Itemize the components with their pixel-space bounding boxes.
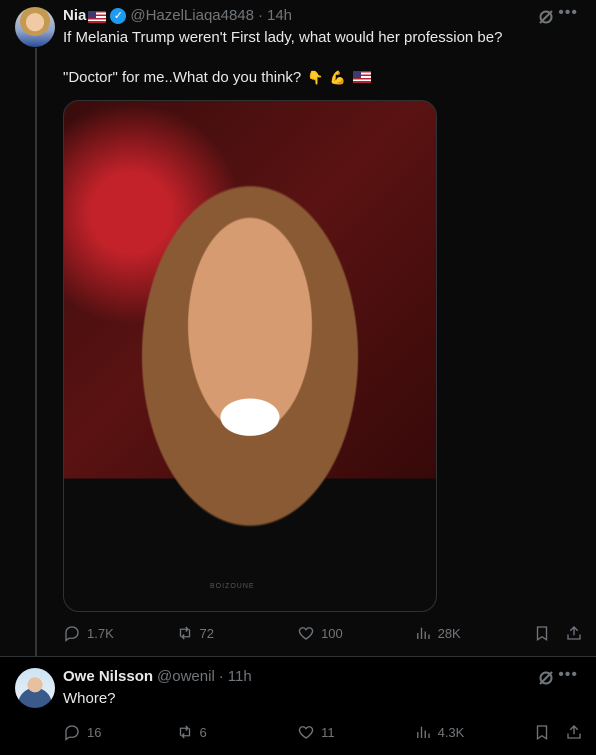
- share-icon: [567, 626, 581, 640]
- repost-icon: [179, 725, 190, 739]
- reply-time[interactable]: 11h: [228, 667, 252, 687]
- post-time[interactable]: 14h: [267, 6, 292, 26]
- views-icon: [416, 726, 430, 738]
- photo-watermark: BOIZOUNE: [210, 583, 255, 590]
- reply-author-handle[interactable]: @owenil: [157, 667, 215, 687]
- share-button[interactable]: [565, 624, 583, 642]
- post-divider: [0, 656, 596, 657]
- grok-icon[interactable]: [538, 9, 554, 25]
- reply-author-avatar[interactable]: [15, 668, 55, 708]
- like-button[interactable]: 100: [297, 624, 414, 642]
- views-icon: [416, 627, 430, 639]
- flexed-biceps-emoji-icon: 💪: [329, 70, 346, 85]
- reply-button[interactable]: 1.7K: [63, 624, 176, 642]
- separator: ·: [258, 7, 263, 24]
- reply-icon: [65, 626, 79, 642]
- reply-author-name[interactable]: Owe Nilsson: [63, 667, 153, 687]
- views-count: 4.3K: [437, 724, 465, 740]
- reply-count: 1.7K: [87, 625, 114, 641]
- like-count: 100: [321, 625, 343, 641]
- bookmark-button[interactable]: [533, 723, 565, 741]
- post-photo[interactable]: [63, 100, 437, 612]
- views-button[interactable]: 4.3K: [414, 723, 534, 741]
- thread-line: [35, 48, 37, 656]
- bookmark-icon: [536, 725, 548, 741]
- like-count: 11: [321, 724, 335, 740]
- us-flag-icon: [88, 11, 107, 23]
- post-header: Nia ✓ @HazelLiaqa4848 · 14h: [63, 6, 292, 26]
- bookmark-button[interactable]: [533, 624, 565, 642]
- reply-header: Owe Nilsson @owenil · 11h: [63, 667, 252, 687]
- like-button[interactable]: 11: [297, 723, 414, 741]
- pointing-down-emoji-icon: 👇: [307, 70, 324, 85]
- repost-count: 6: [199, 724, 207, 740]
- reply-text: Whore?: [63, 690, 116, 707]
- repost-button[interactable]: 72: [176, 624, 298, 642]
- post-text-line1: If Melania Trump weren't First lady, wha…: [63, 29, 503, 46]
- grok-icon[interactable]: [538, 670, 554, 686]
- bookmark-icon: [536, 626, 548, 642]
- views-button[interactable]: 28K: [414, 624, 534, 642]
- separator: ·: [218, 668, 224, 685]
- author-handle[interactable]: @HazelLiaqa4848: [130, 6, 254, 26]
- share-icon: [567, 725, 581, 739]
- like-icon: [298, 627, 314, 640]
- repost-button[interactable]: 6: [176, 723, 298, 741]
- post-text-line2: "Doctor" for me..What do you think?: [63, 69, 302, 86]
- post-actions: 1.7K 72 100 28K: [63, 624, 583, 642]
- us-flag-icon: [353, 71, 372, 83]
- author-name[interactable]: Nia: [63, 6, 86, 26]
- more-icon[interactable]: •••: [558, 4, 578, 22]
- reply-icon: [65, 725, 79, 741]
- repost-icon: [179, 626, 190, 640]
- like-icon: [298, 726, 314, 739]
- repost-count: 72: [199, 625, 215, 641]
- reply-actions: 16 6 11 4.3K: [63, 723, 583, 741]
- reply-count: 16: [87, 724, 102, 740]
- reply-button[interactable]: 16: [63, 723, 176, 741]
- post-text-line2-wrap: "Doctor" for me..What do you think? 👇 💪: [63, 68, 372, 88]
- views-count: 28K: [437, 625, 461, 641]
- author-avatar[interactable]: [15, 7, 55, 47]
- verified-icon: ✓: [110, 8, 127, 24]
- share-button[interactable]: [565, 723, 583, 741]
- more-icon[interactable]: •••: [558, 666, 578, 684]
